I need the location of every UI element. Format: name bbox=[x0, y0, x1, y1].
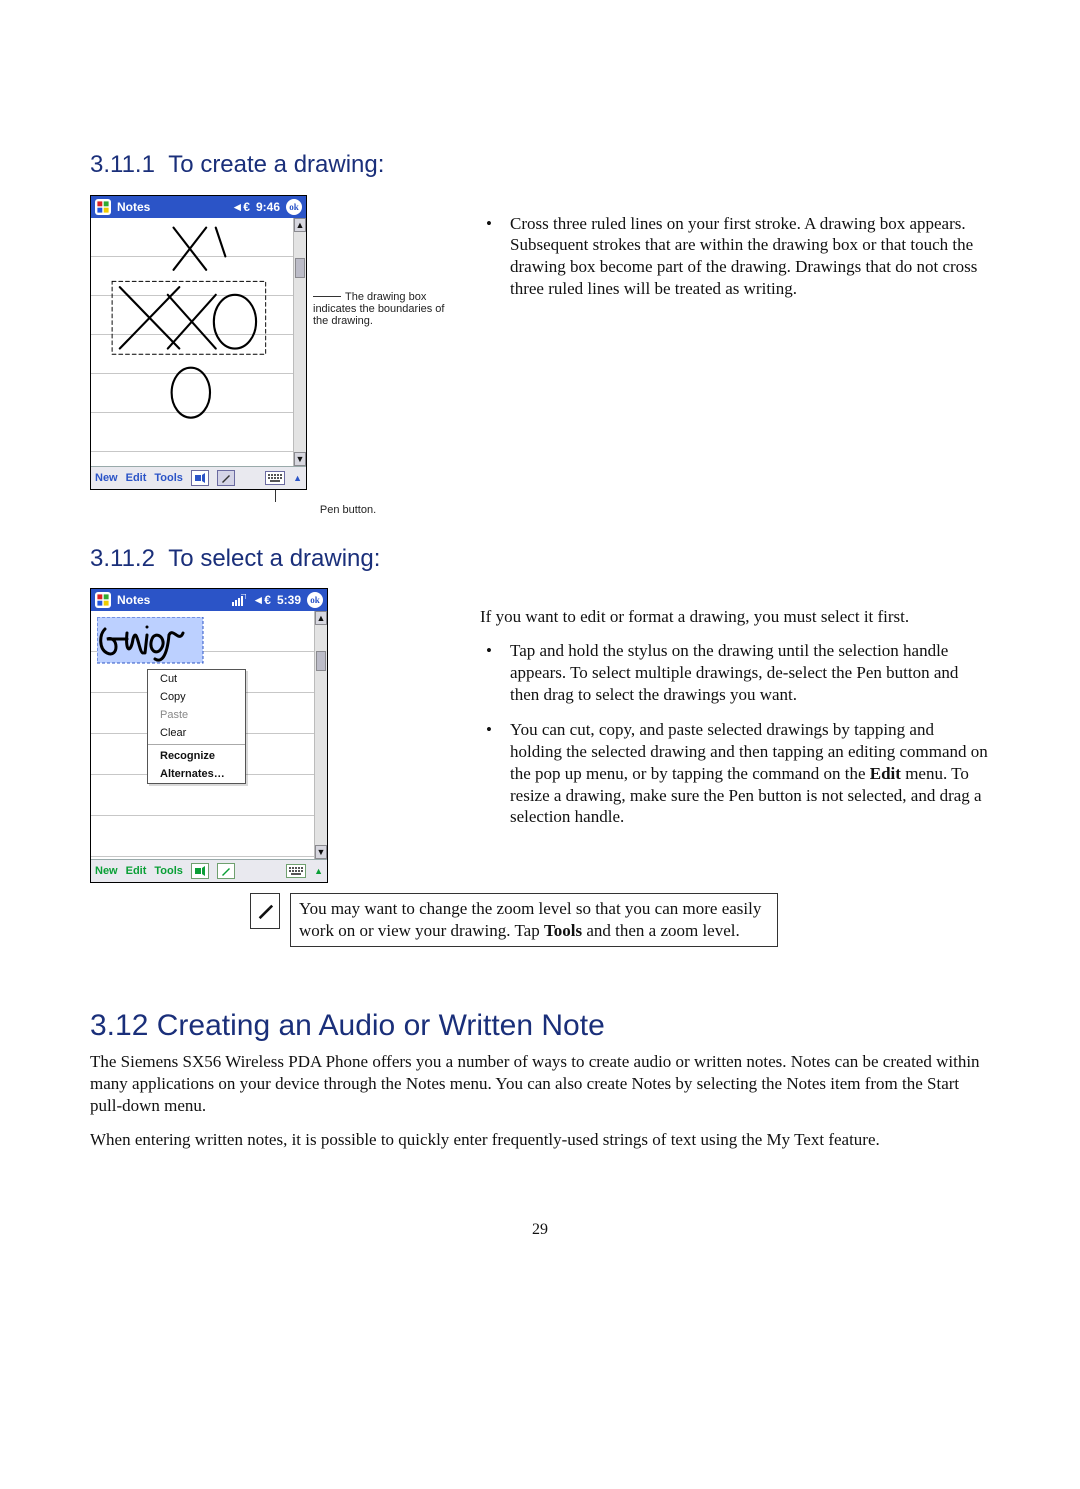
s3-para-1: The Siemens SX56 Wireless PDA Phone offe… bbox=[90, 1051, 990, 1116]
bullet-2-text: You can cut, copy, and paste selected dr… bbox=[510, 720, 988, 826]
pda1-app-title: Notes bbox=[117, 200, 150, 214]
pda-screenshot-2: Notes ◄€ 5:39 ok bbox=[90, 588, 328, 883]
pda-screenshot-1: Notes ◄€ 9:46 ok bbox=[90, 195, 307, 490]
screenshot-2-wrap: Notes ◄€ 5:39 ok bbox=[90, 588, 458, 883]
section-1-text: Cross three ruled lines on your first st… bbox=[480, 195, 990, 314]
menu-tools[interactable]: Tools bbox=[154, 472, 183, 484]
handdrawn-strokes bbox=[91, 218, 306, 456]
pda2-clock: 5:39 bbox=[277, 593, 301, 607]
signal-icon bbox=[232, 594, 246, 606]
ok-button[interactable]: ok bbox=[307, 592, 323, 608]
heading-title: To select a drawing: bbox=[168, 545, 380, 572]
heading-title: To create a drawing: bbox=[168, 151, 384, 178]
pen-callout-line bbox=[275, 490, 276, 502]
scroll-thumb[interactable] bbox=[295, 258, 305, 278]
ctx-clear[interactable]: Clear bbox=[148, 724, 245, 742]
pda1-scrollbar[interactable]: ▲ ▼ bbox=[293, 218, 306, 466]
bullet-item: Cross three ruled lines on your first st… bbox=[480, 213, 990, 300]
context-menu: Cut Copy Paste Clear Recognize Alternate… bbox=[147, 669, 246, 784]
section-2-text: If you want to edit or format a drawing,… bbox=[480, 588, 990, 842]
tip-row: You may want to change the zoom level so… bbox=[250, 893, 990, 947]
section-1-row: Notes ◄€ 9:46 ok bbox=[90, 195, 990, 516]
menu-edit[interactable]: Edit bbox=[126, 472, 147, 484]
tip-icon bbox=[250, 893, 280, 929]
heading-3-11-2: 3.11.2 To select a drawing: bbox=[90, 544, 990, 575]
pda2-canvas[interactable]: Cut Copy Paste Clear Recognize Alternate… bbox=[91, 611, 327, 859]
record-icon[interactable] bbox=[191, 863, 209, 879]
scroll-thumb[interactable] bbox=[316, 651, 326, 671]
pen-button[interactable] bbox=[217, 470, 235, 486]
pda2-titlebar: Notes ◄€ 5:39 ok bbox=[91, 589, 327, 611]
section-1-bullets: Cross three ruled lines on your first st… bbox=[480, 213, 990, 300]
section-2-bullets: Tap and hold the stylus on the drawing u… bbox=[480, 640, 990, 828]
menu-tools[interactable]: Tools bbox=[154, 865, 183, 877]
sip-up-icon[interactable]: ▲ bbox=[293, 473, 302, 483]
ctx-copy[interactable]: Copy bbox=[148, 688, 245, 706]
bullet-item: Tap and hold the stylus on the drawing u… bbox=[480, 640, 990, 705]
heading-3-11-1: 3.11.1 To create a drawing: bbox=[90, 150, 990, 181]
page: 3.11.1 To create a drawing: Notes ◄€ bbox=[0, 0, 1080, 1301]
ctx-recognize[interactable]: Recognize bbox=[148, 747, 245, 765]
pda2-app-title: Notes bbox=[117, 593, 150, 607]
ctx-paste: Paste bbox=[148, 706, 245, 724]
speaker-icon[interactable]: ◄€ bbox=[252, 593, 271, 607]
heading-num: 3.12 bbox=[90, 1009, 148, 1042]
heading-title: Creating an Audio or Written Note bbox=[157, 1009, 605, 1042]
page-number: 29 bbox=[90, 1220, 990, 1240]
scroll-up-button[interactable]: ▲ bbox=[315, 611, 327, 625]
section-2-row: Notes ◄€ 5:39 ok bbox=[90, 588, 990, 883]
pda2-menubar: New Edit Tools ▲ bbox=[91, 859, 327, 882]
handwriting-enjoy bbox=[97, 617, 207, 667]
start-icon[interactable] bbox=[95, 199, 111, 215]
section-2-intro: If you want to edit or format a drawing,… bbox=[480, 606, 990, 628]
start-icon[interactable] bbox=[95, 592, 111, 608]
pen-button-callout: Pen button. bbox=[238, 504, 458, 516]
pda1-clock: 9:46 bbox=[256, 200, 280, 214]
menu-new[interactable]: New bbox=[95, 472, 118, 484]
ctx-alternates[interactable]: Alternates… bbox=[148, 765, 245, 783]
screenshot-1-wrap: Notes ◄€ 9:46 ok bbox=[90, 195, 458, 516]
menu-new[interactable]: New bbox=[95, 865, 118, 877]
speaker-icon[interactable]: ◄€ bbox=[231, 200, 250, 214]
tip-post: and then a zoom level. bbox=[582, 921, 740, 940]
sip-up-icon[interactable]: ▲ bbox=[314, 866, 323, 876]
record-icon[interactable] bbox=[191, 470, 209, 486]
tip-bold: Tools bbox=[544, 921, 582, 940]
pda1-titlebar: Notes ◄€ 9:46 ok bbox=[91, 196, 306, 218]
menu-edit[interactable]: Edit bbox=[126, 865, 147, 877]
scroll-down-button[interactable]: ▼ bbox=[294, 452, 306, 466]
heading-num: 3.11.1 bbox=[90, 151, 155, 178]
tip-box: You may want to change the zoom level so… bbox=[290, 893, 778, 947]
pda1-menubar: New Edit Tools ▲ bbox=[91, 466, 306, 489]
bullet-item: You can cut, copy, and paste selected dr… bbox=[480, 719, 990, 828]
keyboard-icon[interactable] bbox=[265, 471, 285, 485]
heading-num: 3.11.2 bbox=[90, 545, 155, 572]
pen-button[interactable] bbox=[217, 863, 235, 879]
heading-3-12: 3.12 Creating an Audio or Written Note bbox=[90, 1007, 990, 1045]
keyboard-icon[interactable] bbox=[286, 864, 306, 878]
ctx-cut[interactable]: Cut bbox=[148, 670, 245, 688]
drawing-box-callout: The drawing box indicates the boundaries… bbox=[313, 291, 458, 327]
ok-button[interactable]: ok bbox=[286, 199, 302, 215]
s3-para-2: When entering written notes, it is possi… bbox=[90, 1129, 990, 1151]
pda1-canvas[interactable]: ▲ ▼ bbox=[91, 218, 306, 466]
scroll-down-button[interactable]: ▼ bbox=[315, 845, 327, 859]
scroll-up-button[interactable]: ▲ bbox=[294, 218, 306, 232]
pda2-scrollbar[interactable]: ▲ ▼ bbox=[314, 611, 327, 859]
